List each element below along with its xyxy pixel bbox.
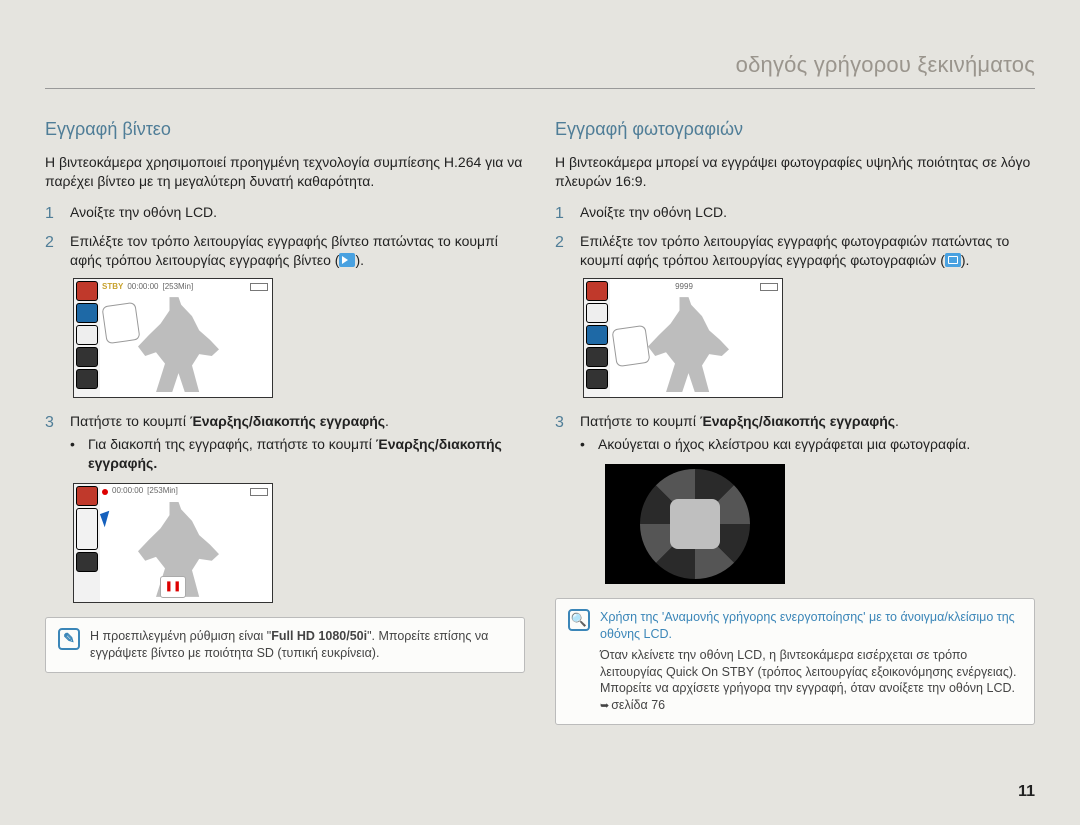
note-text: Η προεπιλεγμένη ρύθμιση είναι "Full HD 1… [90,628,512,662]
section-title-photo: Εγγραφή φωτογραφιών [555,117,1035,141]
battery-icon [250,488,268,496]
bullet-dot: • [580,435,590,454]
right-column: Εγγραφή φωτογραφιών Η βιντεοκάμερα μπορε… [555,117,1035,725]
note-body-text: Όταν κλείνετε την οθόνη LCD, η βιντεοκάμ… [600,648,1017,696]
lcd-screenshot-video-standby: STBY 00:00:00 [253Min] [73,278,273,398]
remain-label: [253Min] [147,486,178,497]
video-step-2: 2 Επιλέξτε τον τρόπο λειτουργίας εγγραφή… [45,232,525,270]
video-mode-icon [339,253,355,267]
note-quick-on-stby: Χρήση της 'Αναμονής γρήγορης ενεργοποίησ… [555,598,1035,725]
bullet-dot: • [70,435,80,473]
photo-step-3: 3 Πατήστε το κουμπί Έναρξης/διακοπής εγγ… [555,412,1035,456]
step-text: Ανοίξτε την οθόνη LCD. [70,203,525,225]
bullet-pre: Για διακοπή της εγγραφής, πατήστε το κου… [88,436,376,452]
photo-step-2: 2 Επιλέξτε τον τρόπο λειτουργίας εγγραφή… [555,232,1035,270]
left-column: Εγγραφή βίντεο Η βιντεοκάμερα χρησιμοποι… [45,117,525,725]
note-text-a: Η προεπιλεγμένη ρύθμιση είναι " [90,629,271,643]
step-text-pre: Πατήστε το κουμπί [70,413,190,429]
note-content: Χρήση της 'Αναμονής γρήγορης ενεργοποίησ… [600,609,1022,714]
bullet-text: Ακούγεται ο ήχος κλείστρου και εγγράφετα… [598,435,970,454]
osd-zoom-icon [76,347,98,367]
step-number: 1 [555,203,570,225]
step-text-bold: Έναρξης/διακοπής εγγραφής [700,413,895,429]
silhouette-figure [639,297,729,392]
step-text: Επιλέξτε τον τρόπο λειτουργίας εγγραφής … [70,232,525,270]
step-text-tail: . [385,413,389,429]
time-counter: 00:00:00 [112,486,143,497]
osd-mode-icon [586,303,608,323]
step-text-post: ). [355,252,364,268]
photo-intro: Η βιντεοκάμερα μπορεί να εγγράψει φωτογρ… [555,153,1035,191]
step-text-pre: Πατήστε το κουμπί [580,413,700,429]
touch-hand-icon [102,302,141,344]
note-heading: Χρήση της 'Αναμονής γρήγορης ενεργοποίησ… [600,609,1022,643]
step-text: Πατήστε το κουμπί Έναρξης/διακοπής εγγρα… [70,412,525,475]
page-ref: σελίδα 76 [600,698,665,712]
step-text: Επιλέξτε τον τρόπο λειτουργίας εγγραφής … [580,232,1035,270]
step-number: 3 [45,412,60,475]
bullet-text: Για διακοπή της εγγραφής, πατήστε το κου… [88,435,525,473]
shutter-illustration [605,464,785,584]
step-text-bold: Έναρξης/διακοπής εγγραφής [190,413,385,429]
osd-left-pane [74,279,100,397]
section-title-video: Εγγραφή βίντεο [45,117,525,141]
page-header: οδηγός γρήγορου ξεκινήματος [45,50,1035,89]
osd-spacer [76,508,98,550]
osd-left-pane [584,279,610,397]
battery-icon [760,283,778,291]
osd-record-icon [76,486,98,506]
note-pencil-icon [58,628,80,650]
lcd-screenshot-video-recording: 00:00:00 [253Min] [73,483,273,603]
battery-icon [250,283,268,291]
step-text-tail: . [895,413,899,429]
pause-button-icon [160,576,186,598]
osd-left-pane [74,484,100,602]
step-text-post: ). [961,252,970,268]
osd-play-icon [76,369,98,389]
silhouette-figure [129,297,219,392]
note-magnify-icon [568,609,590,631]
shot-count: 9999 [675,282,693,293]
osd-topbar: 9999 [612,280,778,294]
photo-step-1: 1 Ανοίξτε την οθόνη LCD. [555,203,1035,225]
step-number: 1 [45,203,60,225]
step-text: Πατήστε το κουμπί Έναρξης/διακοπής εγγρα… [580,412,1035,456]
stby-label: STBY [102,282,123,293]
step-text: Ανοίξτε την οθόνη LCD. [580,203,1035,225]
sub-bullet: • Για διακοπή της εγγραφής, πατήστε το κ… [70,435,525,473]
photo-mode-icon [945,253,961,267]
osd-menu-icon [76,325,98,345]
video-step-1: 1 Ανοίξτε την οθόνη LCD. [45,203,525,225]
osd-topbar: 00:00:00 [253Min] [102,485,268,499]
osd-photo-mode-icon [586,325,608,345]
shutter-iris-icon [640,469,750,579]
step-text-pre: Επιλέξτε τον τρόπο λειτουργίας εγγραφής … [70,233,498,268]
note-default-setting: Η προεπιλεγμένη ρύθμιση είναι "Full HD 1… [45,617,525,673]
osd-zoom-icon [76,552,98,572]
lcd-screenshot-photo: 9999 [583,278,783,398]
step-number: 2 [555,232,570,270]
osd-record-icon [586,281,608,301]
two-column-layout: Εγγραφή βίντεο Η βιντεοκάμερα χρησιμοποι… [45,117,1035,725]
rec-dot-icon [102,489,108,495]
osd-mode-icon [76,303,98,323]
osd-record-icon [76,281,98,301]
osd-play-icon [586,369,608,389]
touch-hand-icon [612,325,651,367]
video-step-3: 3 Πατήστε το κουμπί Έναρξης/διακοπής εγγ… [45,412,525,475]
step-number: 3 [555,412,570,456]
step-number: 2 [45,232,60,270]
note-text: Όταν κλείνετε την οθόνη LCD, η βιντεοκάμ… [600,647,1022,715]
sub-bullet: • Ακούγεται ο ήχος κλείστρου και εγγράφε… [580,435,1035,454]
video-intro: Η βιντεοκάμερα χρησιμοποιεί προηγμένη τε… [45,153,525,191]
osd-topbar: STBY 00:00:00 [253Min] [102,280,268,294]
osd-zoom-icon [586,347,608,367]
time-counter: 00:00:00 [127,282,158,293]
remain-label: [253Min] [162,282,193,293]
page-number: 11 [1018,781,1035,803]
note-text-bold: Full HD 1080/50i [271,629,367,643]
cursor-arrow-icon [100,511,114,528]
